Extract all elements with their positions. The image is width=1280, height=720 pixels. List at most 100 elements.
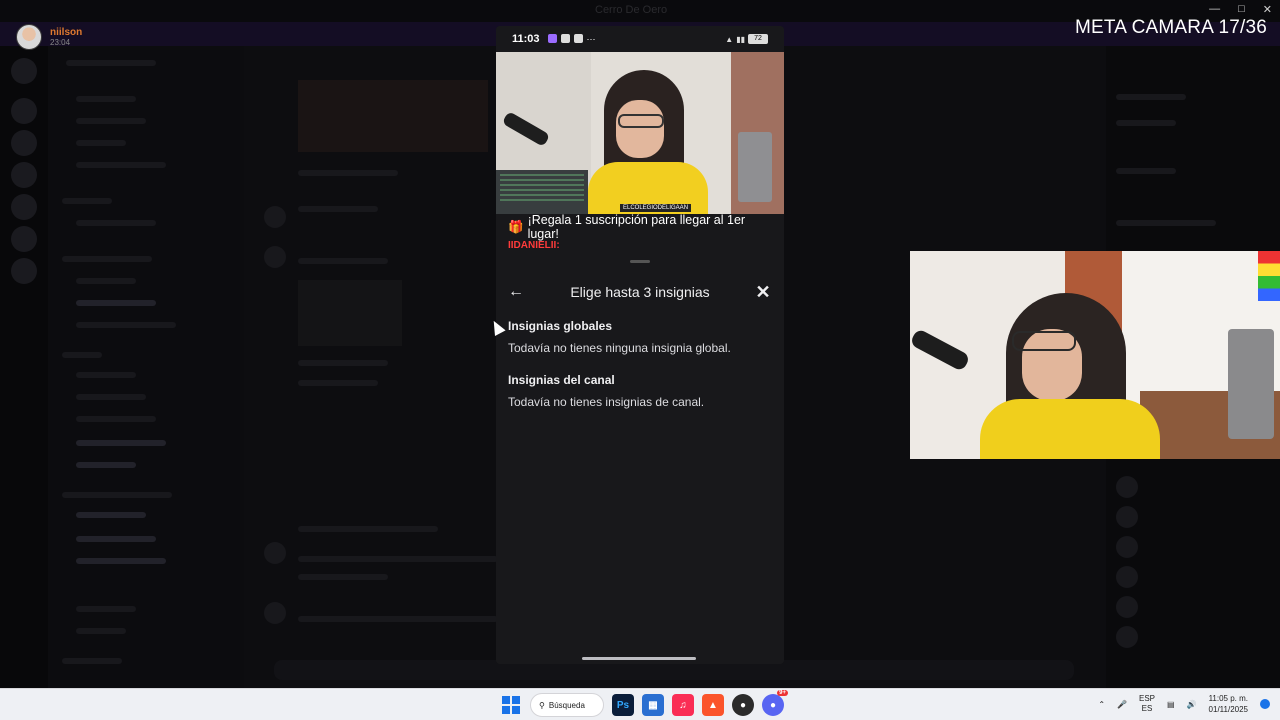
store-icon[interactable]: ▦ <box>642 694 664 716</box>
server-icon[interactable] <box>11 130 37 156</box>
member-item[interactable] <box>1116 120 1176 126</box>
discord-icon[interactable]: ● 9+ <box>762 690 788 716</box>
avatar[interactable] <box>1116 476 1138 498</box>
badge-sheet: ← Elige hasta 3 insignias ✕ Insignias gl… <box>496 258 784 664</box>
avatar[interactable] <box>1116 506 1138 528</box>
category-label[interactable] <box>62 492 172 498</box>
search-icon: ⚲ <box>539 700 545 710</box>
server-icon[interactable] <box>11 58 37 84</box>
server-icon[interactable] <box>11 98 37 124</box>
server-icon[interactable] <box>11 194 37 220</box>
home-indicator[interactable] <box>582 657 696 660</box>
discord-badge: 9+ <box>777 690 788 696</box>
member-item[interactable] <box>1116 168 1176 174</box>
member-item[interactable] <box>1116 220 1216 226</box>
phone-status-bar: 11:03 ⋯ ▲ ▮▮ 72 <box>496 26 784 52</box>
more-icon: ⋯ <box>586 33 596 44</box>
server-icon[interactable] <box>11 258 37 284</box>
chat-message <box>298 380 378 386</box>
member-item[interactable] <box>1116 94 1186 100</box>
avatar[interactable] <box>264 542 286 564</box>
minimize-icon[interactable]: — <box>1209 3 1220 16</box>
back-arrow-icon[interactable]: ← <box>506 282 526 302</box>
close-icon[interactable]: ✕ <box>752 281 774 303</box>
notification-icon[interactable] <box>1260 699 1270 709</box>
channel-item[interactable] <box>76 536 156 542</box>
user-time: 23:04 <box>50 38 71 47</box>
chat-message <box>298 574 388 580</box>
channel-badges-section: Insignias del canal Todavía no tienes in… <box>496 373 784 409</box>
tiktok-icon <box>560 33 570 43</box>
chat-message <box>298 206 378 212</box>
channel-item[interactable] <box>76 462 136 468</box>
avatar[interactable] <box>1116 626 1138 648</box>
channel-item[interactable] <box>76 606 136 612</box>
channel-item[interactable] <box>76 394 146 400</box>
network-icon[interactable]: ▤ <box>1167 700 1175 709</box>
channel-item[interactable] <box>76 118 146 124</box>
reaction-bar[interactable] <box>298 170 398 176</box>
microphone-icon[interactable]: 🎤 <box>1117 700 1127 709</box>
phone-screen: 11:03 ⋯ ▲ ▮▮ 72 ELCOLEGIODELIGAAN 🎁 ¡Reg… <box>496 26 784 664</box>
avatar[interactable] <box>264 602 286 624</box>
stream-video[interactable]: ELCOLEGIODELIGAAN <box>496 52 784 214</box>
channel-item[interactable] <box>76 300 156 306</box>
avatar[interactable] <box>264 246 286 268</box>
taskbar-clock[interactable]: 11:05 p. m. 01/11/2025 <box>1209 693 1248 715</box>
channel-item[interactable] <box>76 628 126 634</box>
server-icon[interactable] <box>11 162 37 188</box>
category-label[interactable] <box>62 256 152 262</box>
channel-item[interactable] <box>76 512 146 518</box>
sheet-header: ← Elige hasta 3 insignias ✕ <box>496 271 784 313</box>
search-label: Búsqueda <box>548 700 585 710</box>
meta-camera-label: META CAMARA 17/36 <box>1075 17 1268 38</box>
signal-icon: ▮▮ <box>736 34 745 44</box>
channel-item[interactable] <box>76 322 176 328</box>
volume-icon[interactable]: 🔊 <box>1187 700 1197 709</box>
avatar[interactable] <box>1116 596 1138 618</box>
channel-item[interactable] <box>76 416 156 422</box>
chat-message <box>298 556 498 562</box>
bluetooth-icon: ▲ <box>725 34 734 44</box>
channel-item[interactable] <box>76 220 156 226</box>
media-app-icon[interactable]: ● <box>732 694 754 716</box>
gift-sub-banner[interactable]: 🎁 ¡Regala 1 suscripción para llegar al 1… <box>496 213 784 241</box>
language-switch[interactable]: ESP ES <box>1139 694 1155 714</box>
category-label[interactable] <box>62 352 102 358</box>
windows-taskbar: ⚲ Búsqueda Ps ▦ ♫ ▲ ● ● 9+ ⌃ 🎤 ESP ES ▤ … <box>0 688 1280 720</box>
chat-image[interactable] <box>298 280 402 346</box>
taskbar-search[interactable]: ⚲ Búsqueda <box>530 693 604 717</box>
window-controls: — □ ✕ <box>1209 3 1272 16</box>
category-label[interactable] <box>62 198 112 204</box>
server-icon[interactable] <box>11 226 37 252</box>
webcam-overlay <box>910 251 1280 459</box>
windows-icon[interactable] <box>500 694 522 716</box>
brave-icon[interactable]: ▲ <box>702 694 724 716</box>
battery-icon: 72 <box>748 34 768 44</box>
channel-item[interactable] <box>76 96 136 102</box>
global-badges-section: Insignias globales Todavía no tienes nin… <box>496 319 784 355</box>
channel-item[interactable] <box>76 162 166 168</box>
sheet-handle[interactable] <box>630 260 650 263</box>
channel-item[interactable] <box>76 558 166 564</box>
chat-username[interactable]: IIDANIELII: <box>508 240 560 251</box>
photoshop-icon[interactable]: Ps <box>612 694 634 716</box>
channel-item[interactable] <box>76 372 136 378</box>
avatar[interactable] <box>1116 566 1138 588</box>
music-icon[interactable]: ♫ <box>672 694 694 716</box>
chevron-up-icon[interactable]: ⌃ <box>1098 700 1105 709</box>
channel-item[interactable] <box>76 440 166 446</box>
server-name[interactable] <box>66 60 156 66</box>
close-window-icon[interactable]: ✕ <box>1263 3 1272 16</box>
chat-image[interactable] <box>298 80 488 152</box>
channel-item[interactable] <box>76 278 136 284</box>
maximize-icon[interactable]: □ <box>1238 3 1245 16</box>
chat-line: IIDANIELII: <box>496 240 784 254</box>
avatar <box>16 24 42 50</box>
sheet-title: Elige hasta 3 insignias <box>570 284 710 300</box>
avatar[interactable] <box>264 206 286 228</box>
channel-item[interactable] <box>76 140 126 146</box>
avatar[interactable] <box>1116 536 1138 558</box>
server-list <box>0 46 48 688</box>
user-panel[interactable] <box>62 658 122 664</box>
